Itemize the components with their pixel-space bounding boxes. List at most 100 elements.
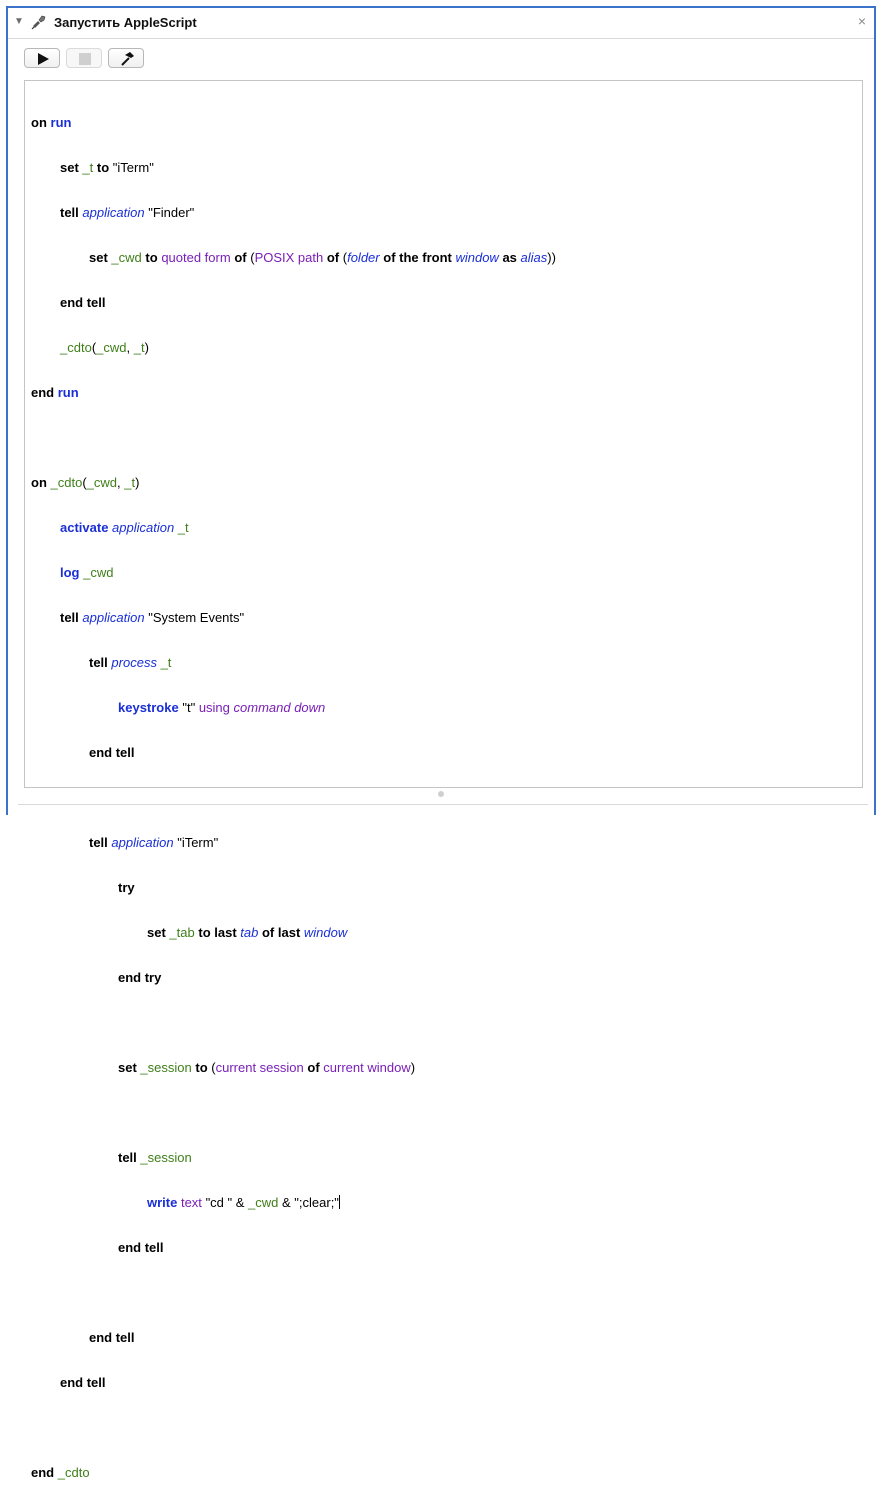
keyword: end [31, 385, 55, 400]
applescript-action-panel: ▼ Запустить AppleScript × on run set _t … [6, 6, 876, 1480]
code-line: set _tab to last tab of last window [31, 925, 556, 940]
resize-handle[interactable] [438, 791, 444, 797]
property: quoted form [161, 250, 231, 265]
handler-call: _cdto [60, 340, 92, 355]
class: application [82, 610, 145, 625]
code-line: keystroke "t" using command down [31, 700, 556, 715]
close-icon[interactable]: × [858, 13, 866, 29]
keyword: end tell [60, 1375, 106, 1390]
keyword: end tell [118, 1240, 164, 1255]
keyword: set [60, 160, 79, 175]
keyword: as [502, 250, 517, 265]
code-line: end tell [31, 1330, 556, 1345]
keyword: end tell [89, 745, 135, 760]
keyword: end tell [60, 295, 106, 310]
run-button[interactable] [24, 48, 60, 68]
keyword: tell [60, 205, 79, 220]
keyword: tell [60, 610, 79, 625]
parameter: using [198, 700, 230, 715]
property: current session [215, 1060, 304, 1075]
variable: _cwd [83, 565, 114, 580]
keyword: set [89, 250, 108, 265]
command: keystroke [118, 700, 179, 715]
variable: _cwd [86, 475, 118, 490]
keyword: to [145, 250, 158, 265]
keyword: of [326, 250, 340, 265]
parameter: text [180, 1195, 202, 1210]
property: current window [323, 1060, 411, 1075]
string: "cd " & [205, 1195, 249, 1210]
keyword: tell [89, 835, 108, 850]
code-line: end tell [31, 1375, 556, 1390]
panel-divider [18, 804, 868, 805]
property: POSIX path [254, 250, 324, 265]
variable: _cwd [96, 340, 127, 355]
code-line: _cdto(_cwd, _t) [31, 340, 556, 355]
disclosure-triangle-icon[interactable]: ▼ [14, 16, 24, 27]
keyword: of last [261, 925, 301, 940]
keyword: end tell [89, 1330, 135, 1345]
paren: ) [135, 475, 140, 490]
keyword: tell [89, 655, 108, 670]
code-area[interactable]: on run set _t to "iTerm" tell applicatio… [31, 85, 556, 1510]
string: "iTerm" [177, 835, 219, 850]
class: application [112, 520, 175, 535]
code-line: tell process _t [31, 655, 556, 670]
class: process [111, 655, 157, 670]
keyword: on [31, 475, 47, 490]
class: alias [520, 250, 548, 265]
code-line: activate application _t [31, 520, 556, 535]
stop-button[interactable] [66, 48, 102, 68]
keyword: end [31, 1465, 55, 1480]
code-line: end _cdto [31, 1465, 556, 1480]
code-line: tell _session [31, 1150, 556, 1165]
applescript-icon [31, 15, 46, 30]
handler-name: run [57, 385, 79, 400]
keyword: of [307, 1060, 320, 1075]
text-cursor [338, 1195, 340, 1209]
class: window [303, 925, 348, 940]
compile-button[interactable] [108, 48, 144, 68]
script-editor[interactable]: on run set _t to "iTerm" tell applicatio… [24, 80, 863, 1480]
code-line: on _cdto(_cwd, _t) [31, 475, 556, 490]
paren: ) [410, 1060, 416, 1075]
code-line: set _cwd to quoted form of (POSIX path o… [31, 250, 556, 265]
command: activate [60, 520, 109, 535]
string: "System Events" [148, 610, 245, 625]
string: & ";clear;" [278, 1195, 339, 1210]
keyword: on [31, 115, 47, 130]
code-line: write text "cd " & _cwd & ";clear;" [31, 1195, 556, 1210]
code-line: end tell [31, 745, 556, 760]
paren: ) [144, 340, 149, 355]
keyword: to last [198, 925, 237, 940]
keyword: of [234, 250, 247, 265]
keyword: to [96, 160, 110, 175]
play-icon [38, 53, 49, 65]
code-line: end tell [31, 1240, 556, 1255]
handler-name: _cdto [50, 475, 83, 490]
class: tab [240, 925, 259, 940]
keyword: try [118, 880, 135, 895]
code-line: log _cwd [31, 565, 556, 580]
variable: _cwd [111, 250, 142, 265]
keyword: tell [118, 1150, 137, 1165]
class: folder [347, 250, 380, 265]
keyword: set [147, 925, 166, 940]
variable: _session [140, 1060, 192, 1075]
variable: _t [160, 655, 172, 670]
code-line: set _session to (current session of curr… [31, 1060, 556, 1075]
handler-name: run [50, 115, 72, 130]
string: "iTerm" [112, 160, 154, 175]
variable: _session [140, 1150, 192, 1165]
keyword: end try [118, 970, 162, 985]
code-line: set _t to "iTerm" [31, 160, 556, 175]
code-line: end run [31, 385, 556, 400]
action-header: ▼ Запустить AppleScript × [8, 8, 874, 39]
keyword: set [118, 1060, 137, 1075]
variable: _t [133, 340, 145, 355]
